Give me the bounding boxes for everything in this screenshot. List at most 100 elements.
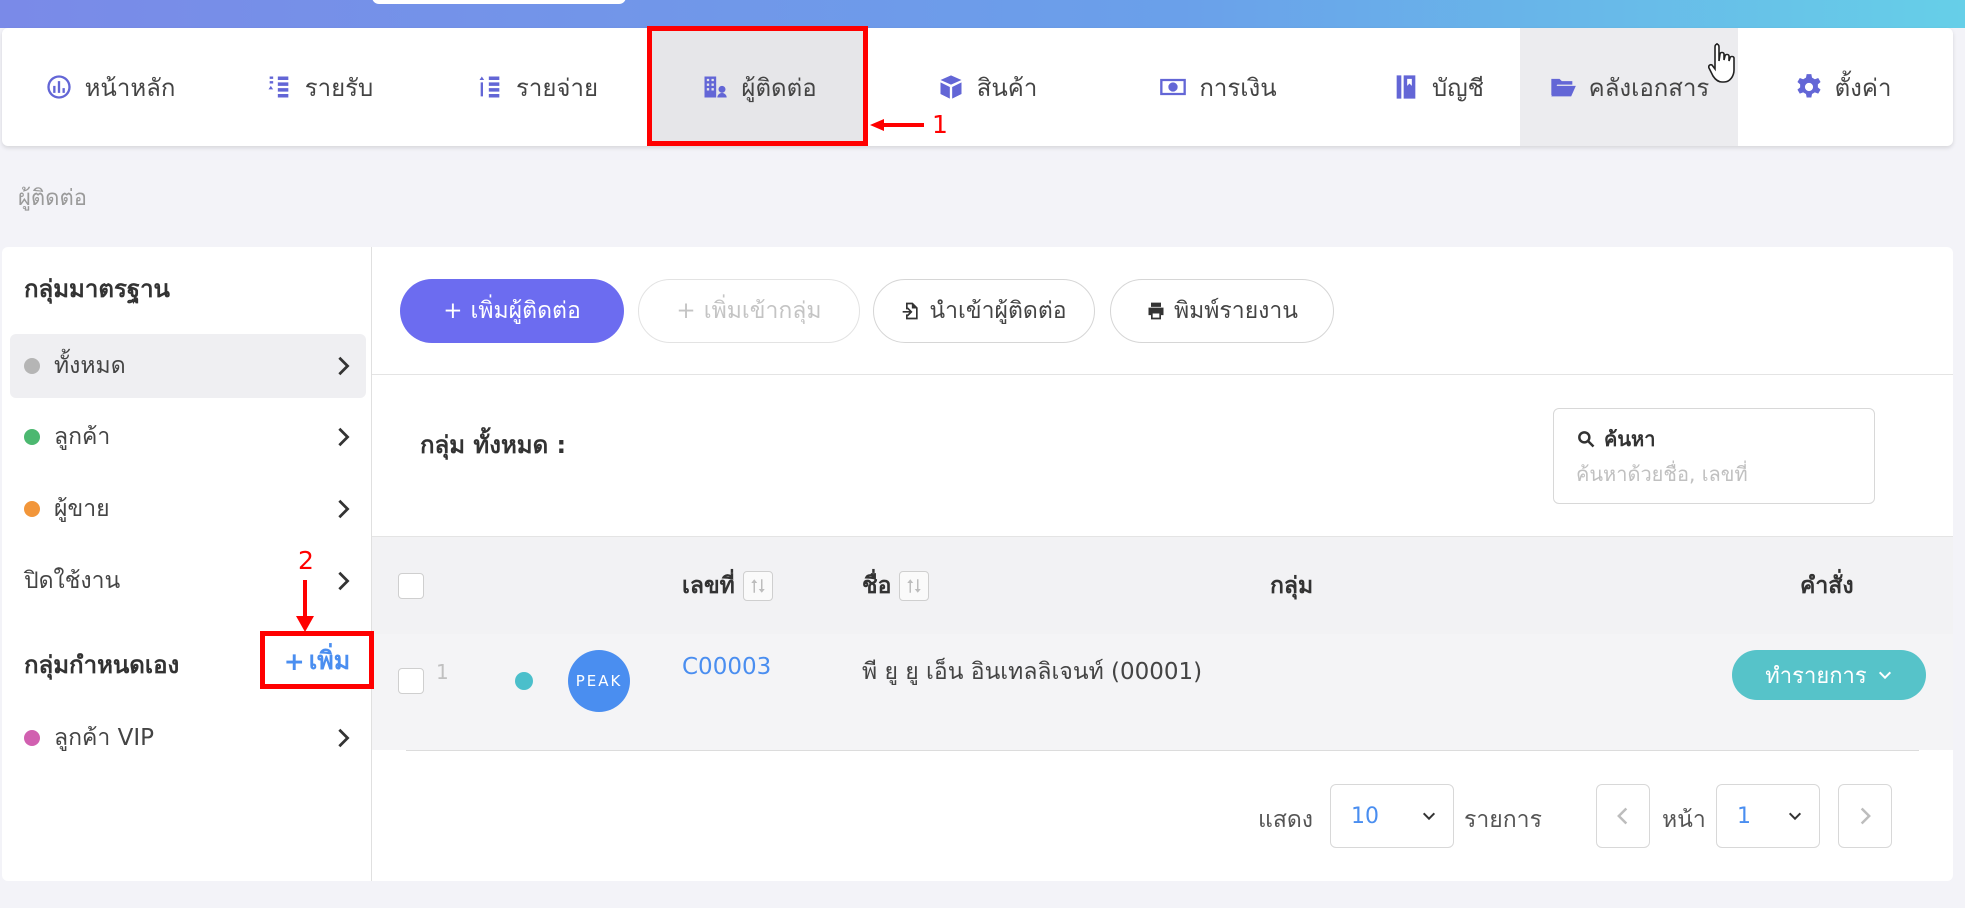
plus-icon: + [676,298,696,324]
contact-code-link[interactable]: C00003 [682,654,771,680]
avatar: PEAK [568,650,630,712]
breadcrumb: ผู้ติดต่อ [18,186,87,211]
chevron-right-icon [332,570,354,592]
row-action-button[interactable]: ทำรายการ [1732,650,1926,700]
main-nav: หน้าหลัก รายรับ รายจ่าย ผู้ติดต่อ สินค้า… [2,28,1953,146]
search-box: ค้นหา [1553,408,1875,504]
chevron-right-icon [332,727,354,749]
group-item-all[interactable]: ทั้งหมด [10,334,366,398]
nav-item-documents[interactable]: คลังเอกสาร [1520,28,1738,146]
row-action-label: ทำรายการ [1765,663,1867,689]
add-to-group-label: เพิ่มเข้ากลุ่ม [703,298,822,324]
avatar-logo-text: PEAK [575,672,623,690]
search-label: ค้นหา [1576,423,1655,455]
search-icon [1578,431,1595,448]
group-item-vendors[interactable]: ผู้ขาย [10,477,366,541]
chevron-down-icon [1878,671,1891,680]
top-search-pill[interactable] [372,0,626,4]
select-all-checkbox[interactable] [398,573,424,599]
printer-icon [1148,302,1164,320]
search-label-text: ค้นหา [1604,427,1656,451]
import-contacts-button[interactable]: นำเข้าผู้ติดต่อ [873,279,1095,343]
add-contact-button[interactable]: + เพิ่มผู้ติดต่อ [400,279,624,343]
next-page-button[interactable] [1838,784,1892,848]
print-report-label: พิมพ์รายงาน [1173,298,1299,324]
search-input[interactable] [1576,459,1856,489]
row-divider [406,750,1919,751]
show-label: แสดง [1258,807,1314,833]
highlight-box-step2 [260,631,374,689]
add-to-group-button[interactable]: + เพิ่มเข้ากลุ่ม [638,279,860,343]
group-item-customers[interactable]: ลูกค้า [10,405,366,469]
nav-item-label: คลังเอกสาร [1588,73,1710,102]
gear-icon [1797,74,1821,98]
expense-icon [479,76,500,98]
page-select[interactable]: 1 [1716,784,1820,848]
group-color-dot [24,429,40,445]
chevron-right-icon [1860,807,1871,825]
arrow-left-icon [870,119,924,131]
nav-item-label: สินค้า [976,73,1038,102]
contact-name: พี ยู ยู เอ็น อินเทลลิเจนท์ (00001) [862,659,1203,685]
file-import-icon [903,302,919,320]
top-gradient-bar [0,0,1965,28]
nav-item-label: บัญชี [1432,73,1484,102]
row-checkbox[interactable] [398,668,424,694]
nav-item-label: การเงิน [1199,73,1277,102]
dashboard-icon [46,75,71,99]
chevron-down-icon [1422,812,1436,821]
chevron-right-icon [332,355,354,377]
nav-item-label: หน้าหลัก [84,73,176,102]
nav-item-label: รายจ่าย [515,73,599,102]
highlight-box-step1 [647,26,868,146]
current-group-title: กลุ่ม ทั้งหมด : [420,431,567,459]
arrow-down-icon [296,580,314,632]
contacts-main-panel: + เพิ่มผู้ติดต่อ + เพิ่มเข้ากลุ่ม นำเข้า… [372,247,1953,881]
group-item-label: ทั้งหมด [54,353,126,379]
product-box-icon [940,75,962,99]
items-label: รายการ [1464,807,1542,833]
group-color-dot [24,358,40,374]
money-icon [1160,78,1187,96]
nav-item-home[interactable]: หน้าหลัก [2,28,218,146]
column-group: กลุ่ม [1270,573,1314,599]
page-value: 1 [1737,803,1751,829]
group-item-label: ปิดใช้งาน [24,568,121,594]
income-icon [268,76,289,98]
plus-icon: + [443,298,463,324]
column-number-label: เลขที่ [682,573,735,599]
column-name[interactable]: ชื่อ [862,537,930,635]
per-page-value: 10 [1351,803,1379,829]
nav-item-finance[interactable]: การเงิน [1108,28,1328,146]
column-number[interactable]: เลขที่ [682,537,773,635]
group-color-dot [24,730,40,746]
column-name-label: ชื่อ [862,573,892,599]
prev-page-button[interactable] [1596,784,1650,848]
chevron-right-icon [332,498,354,520]
custom-groups-title: กลุ่มกำหนดเอง [24,651,180,679]
group-item-label: ลูกค้า [54,424,111,450]
step-number-2: 2 [298,546,314,575]
contacts-toolbar: + เพิ่มผู้ติดต่อ + เพิ่มเข้ากลุ่ม นำเข้า… [372,247,1953,375]
nav-item-expense[interactable]: รายจ่าย [442,28,632,146]
standard-groups-title: กลุ่มมาตรฐาน [24,275,170,303]
nav-item-accounting[interactable]: บัญชี [1348,28,1528,146]
step-number-1: 1 [932,110,948,139]
nav-item-label: ตั้งค่า [1834,73,1892,102]
sort-icon[interactable] [742,571,773,601]
import-contacts-label: นำเข้าผู้ติดต่อ [929,298,1067,324]
group-item-vip-customers[interactable]: ลูกค้า VIP [10,706,366,770]
group-item-label: ลูกค้า VIP [54,725,155,751]
row-index: 1 [436,660,449,684]
nav-item-settings[interactable]: ตั้งค่า [1758,28,1928,146]
table-header: เลขที่ ชื่อ กลุ่ม คำสั่ง [372,536,1953,634]
nav-item-income[interactable]: รายรับ [234,28,404,146]
ledger-book-icon [1396,75,1416,99]
table-row[interactable]: 1 PEAK C00003 พี ยู ยู เอ็น อินเทลลิเจนท… [372,634,1953,750]
sort-icon[interactable] [899,571,930,601]
add-contact-label: เพิ่มผู้ติดต่อ [470,298,581,324]
per-page-select[interactable]: 10 [1330,784,1454,848]
print-report-button[interactable]: พิมพ์รายงาน [1110,279,1334,343]
hand-cursor-icon [1708,43,1735,83]
column-actions: คำสั่ง [1800,573,1854,599]
